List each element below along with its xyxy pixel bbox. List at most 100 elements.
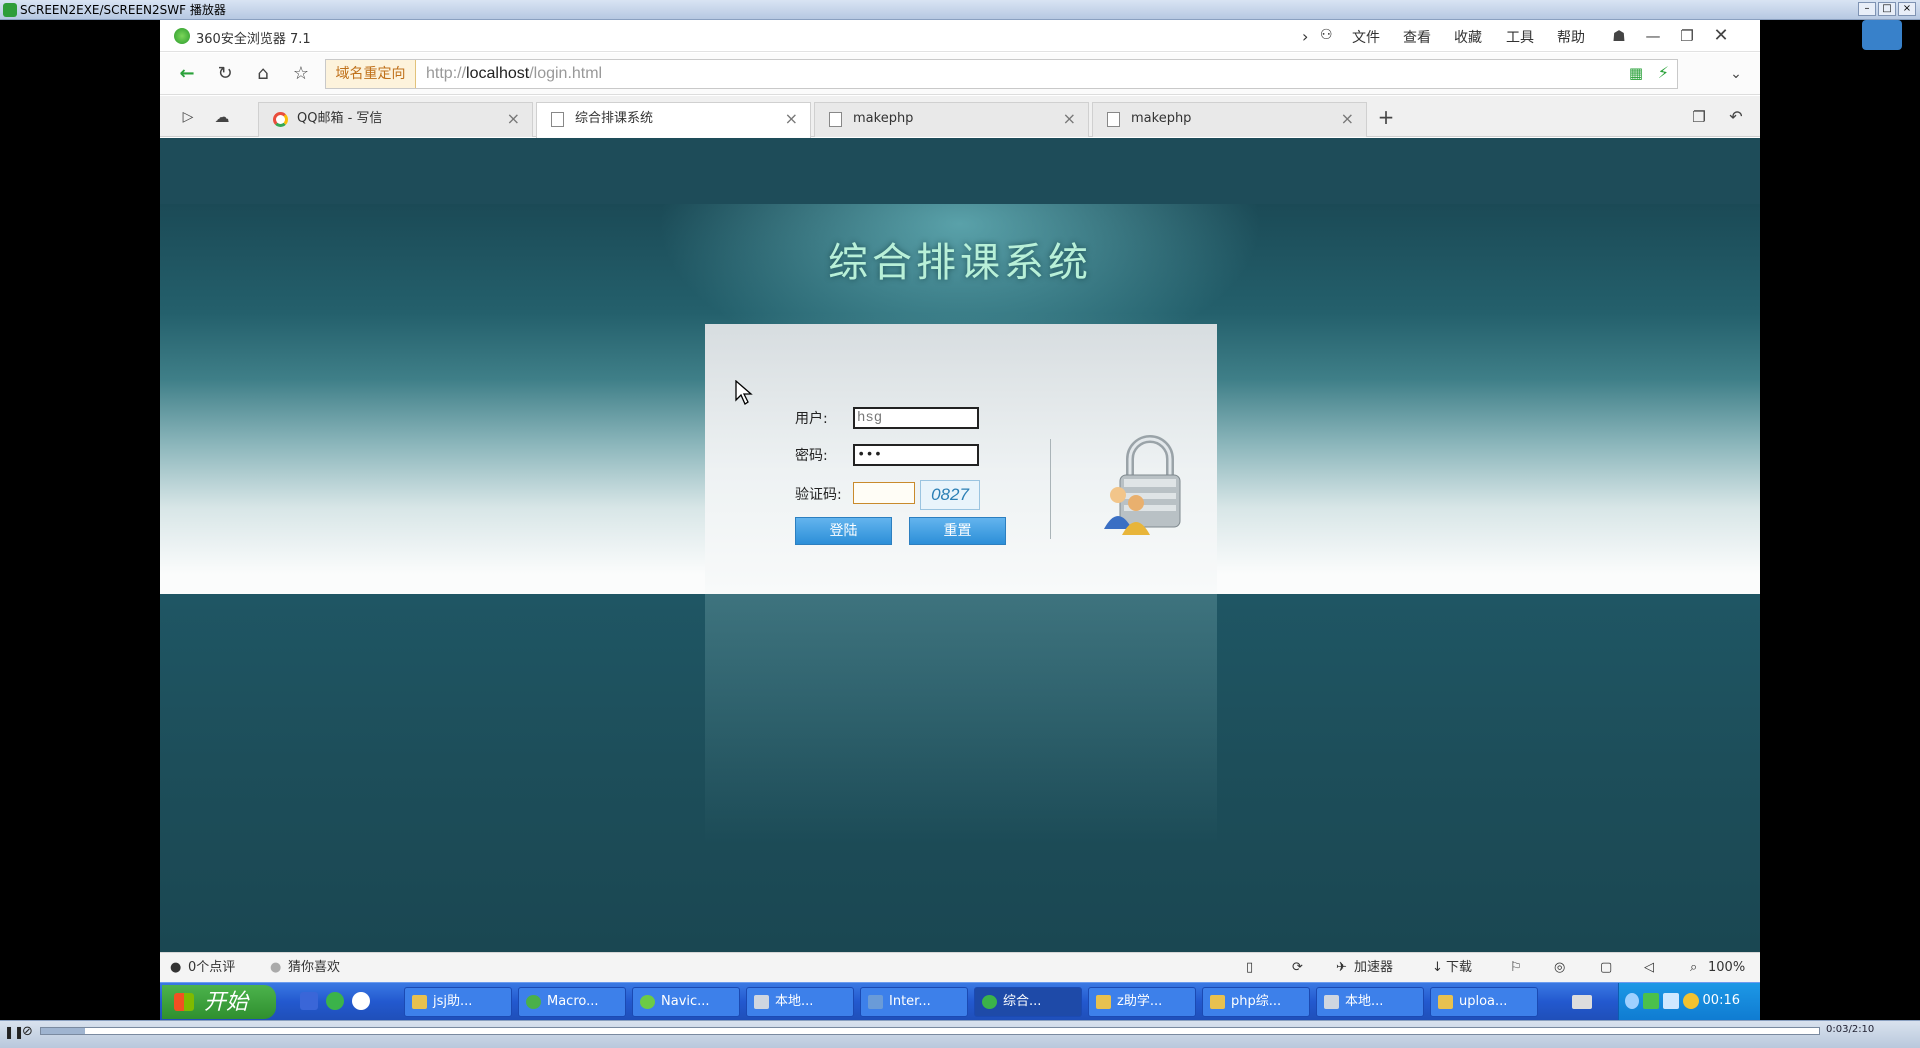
- clean-icon[interactable]: ◎: [1554, 960, 1565, 976]
- tray-qq-icon[interactable]: [1683, 993, 1699, 1009]
- url-text[interactable]: http://localhost/login.html: [426, 60, 602, 88]
- tab-label: 综合排课系统: [575, 111, 654, 126]
- task-label: 本地...: [1345, 994, 1384, 1009]
- back-arrow-icon[interactable]: ←: [172, 61, 202, 87]
- task-label: 本地...: [775, 994, 814, 1009]
- task-item[interactable]: 本地...: [746, 987, 854, 1017]
- tab-makephp-2[interactable]: makephp ×: [1092, 102, 1367, 137]
- task-label: 综合...: [1003, 994, 1042, 1009]
- player-maximize-button[interactable]: □: [1878, 2, 1896, 16]
- tab-scheduling[interactable]: 综合排课系统 ×: [536, 102, 811, 138]
- password-input[interactable]: •••: [853, 444, 979, 466]
- menu-file[interactable]: 文件: [1352, 27, 1380, 47]
- minimize-button[interactable]: —: [1640, 24, 1666, 48]
- star-icon[interactable]: ☆: [286, 61, 316, 87]
- new-tab-icon[interactable]: +: [1371, 104, 1401, 130]
- address-toolbar: ← ↻ ⌂ ☆ 域名重定向 http://localhost/login.htm…: [160, 53, 1760, 95]
- guess-link[interactable]: 猜你喜欢: [288, 960, 340, 976]
- keyboard-icon[interactable]: [1572, 995, 1592, 1009]
- url-bar[interactable]: 域名重定向 http://localhost/login.html ▦ ⚡: [325, 59, 1678, 89]
- reset-button[interactable]: 重置: [909, 517, 1006, 545]
- reviews-link[interactable]: 0个点评: [188, 960, 235, 976]
- tray-360-icon[interactable]: [1643, 993, 1659, 1009]
- player-close-button[interactable]: ×: [1898, 2, 1916, 16]
- windows-taskbar: 开始 jsj助... Macro... Navic... 本地... Inter…: [160, 982, 1760, 1021]
- page-icon: [1107, 112, 1120, 127]
- start-button[interactable]: 开始: [162, 985, 276, 1019]
- player-control-bar: ❚❚ ⊘ 0:03/2:10: [0, 1020, 1920, 1048]
- tray-arrow-icon[interactable]: [1625, 993, 1639, 1009]
- lightning-icon[interactable]: ⚡: [1658, 63, 1669, 82]
- app-icon: [526, 995, 541, 1009]
- close-button[interactable]: ✕: [1708, 24, 1734, 48]
- task-item[interactable]: 综合...: [974, 987, 1082, 1017]
- player-minimize-button[interactable]: –: [1858, 2, 1876, 16]
- top-band: [160, 138, 1760, 204]
- folder-icon: [1438, 995, 1453, 1009]
- task-item[interactable]: z助学...: [1088, 987, 1196, 1017]
- security-icon[interactable]: ⟳: [1292, 960, 1303, 976]
- url-path: /login.html: [529, 65, 603, 82]
- download-link[interactable]: 下载: [1446, 960, 1472, 976]
- menu-help[interactable]: 帮助: [1557, 27, 1585, 47]
- chevron-right-icon[interactable]: ›: [1302, 27, 1308, 46]
- restore-button[interactable]: ❐: [1674, 24, 1700, 48]
- chevron-down-icon[interactable]: ⌄: [1721, 61, 1751, 87]
- tray-network-icon[interactable]: [1663, 993, 1679, 1009]
- task-label: Inter...: [889, 994, 931, 1009]
- zoom-icon[interactable]: ⌕: [1690, 960, 1697, 976]
- accelerator-link[interactable]: 加速器: [1354, 960, 1393, 976]
- close-tab-icon[interactable]: ×: [1063, 103, 1076, 135]
- tab-label: makephp: [853, 111, 914, 126]
- captcha-input[interactable]: [853, 482, 915, 504]
- sound-icon[interactable]: ◁: [1644, 960, 1654, 976]
- menu-favorites[interactable]: 收藏: [1454, 27, 1482, 47]
- task-item[interactable]: Macro...: [518, 987, 626, 1017]
- captcha-image[interactable]: 0827: [920, 480, 980, 510]
- task-item[interactable]: php综...: [1202, 987, 1310, 1017]
- user-icon[interactable]: ⚇: [1320, 27, 1333, 43]
- menu-view[interactable]: 查看: [1403, 27, 1431, 47]
- window-icon[interactable]: ▢: [1600, 960, 1612, 976]
- tab-bar: ▷ ☁ QQ邮箱 - 写信 × 综合排课系统 × makephp × makep…: [160, 96, 1760, 138]
- password-label: 密码:: [795, 448, 828, 464]
- task-item[interactable]: Inter...: [860, 987, 968, 1017]
- task-item[interactable]: jsj助...: [404, 987, 512, 1017]
- tab-qqmail[interactable]: QQ邮箱 - 写信 ×: [258, 102, 533, 137]
- close-tab-icon[interactable]: ×: [1341, 103, 1354, 135]
- cloud-icon[interactable]: ☁: [207, 104, 237, 130]
- flag-icon[interactable]: ⚐: [1510, 960, 1522, 976]
- login-button[interactable]: 登陆: [795, 517, 892, 545]
- quicklaunch-qq-icon[interactable]: [352, 992, 370, 1010]
- tab-list-icon[interactable]: ❐: [1684, 104, 1714, 130]
- skin-icon[interactable]: ☗: [1606, 24, 1632, 48]
- undo-close-icon[interactable]: ↶: [1721, 104, 1751, 130]
- quicklaunch-360-icon[interactable]: [326, 992, 344, 1010]
- mobile-icon[interactable]: ▯: [1246, 960, 1253, 976]
- accelerator-icon[interactable]: ✈: [1336, 960, 1347, 976]
- site-title: 综合排课系统: [828, 240, 1092, 286]
- cloud-widget-icon[interactable]: [1862, 20, 1902, 50]
- username-input[interactable]: hsg: [853, 407, 979, 429]
- zoom-level[interactable]: 100%: [1708, 960, 1745, 976]
- panel-divider: [1050, 439, 1051, 539]
- task-item[interactable]: 本地...: [1316, 987, 1424, 1017]
- refresh-icon[interactable]: ↻: [210, 61, 240, 87]
- menu-tools[interactable]: 工具: [1506, 27, 1534, 47]
- tab-makephp-1[interactable]: makephp ×: [814, 102, 1089, 137]
- download-icon[interactable]: ↓: [1432, 960, 1443, 976]
- replay-icon[interactable]: ⊘: [22, 1024, 33, 1039]
- qr-code-icon[interactable]: ▦: [1629, 64, 1643, 82]
- task-item[interactable]: uploa...: [1430, 987, 1538, 1017]
- sidebar-toggle-icon[interactable]: ▷: [173, 104, 203, 130]
- close-tab-icon[interactable]: ×: [507, 103, 520, 135]
- system-tray: 00:16: [1618, 983, 1760, 1021]
- home-icon[interactable]: ⌂: [248, 61, 278, 87]
- progress-track[interactable]: [40, 1027, 1820, 1035]
- quicklaunch-ie-icon[interactable]: [300, 992, 318, 1010]
- tab-label: QQ邮箱 - 写信: [297, 111, 383, 126]
- redirect-badge[interactable]: 域名重定向: [326, 60, 416, 88]
- browser-logo-icon: [174, 28, 190, 44]
- close-tab-icon[interactable]: ×: [785, 103, 798, 135]
- task-item[interactable]: Navic...: [632, 987, 740, 1017]
